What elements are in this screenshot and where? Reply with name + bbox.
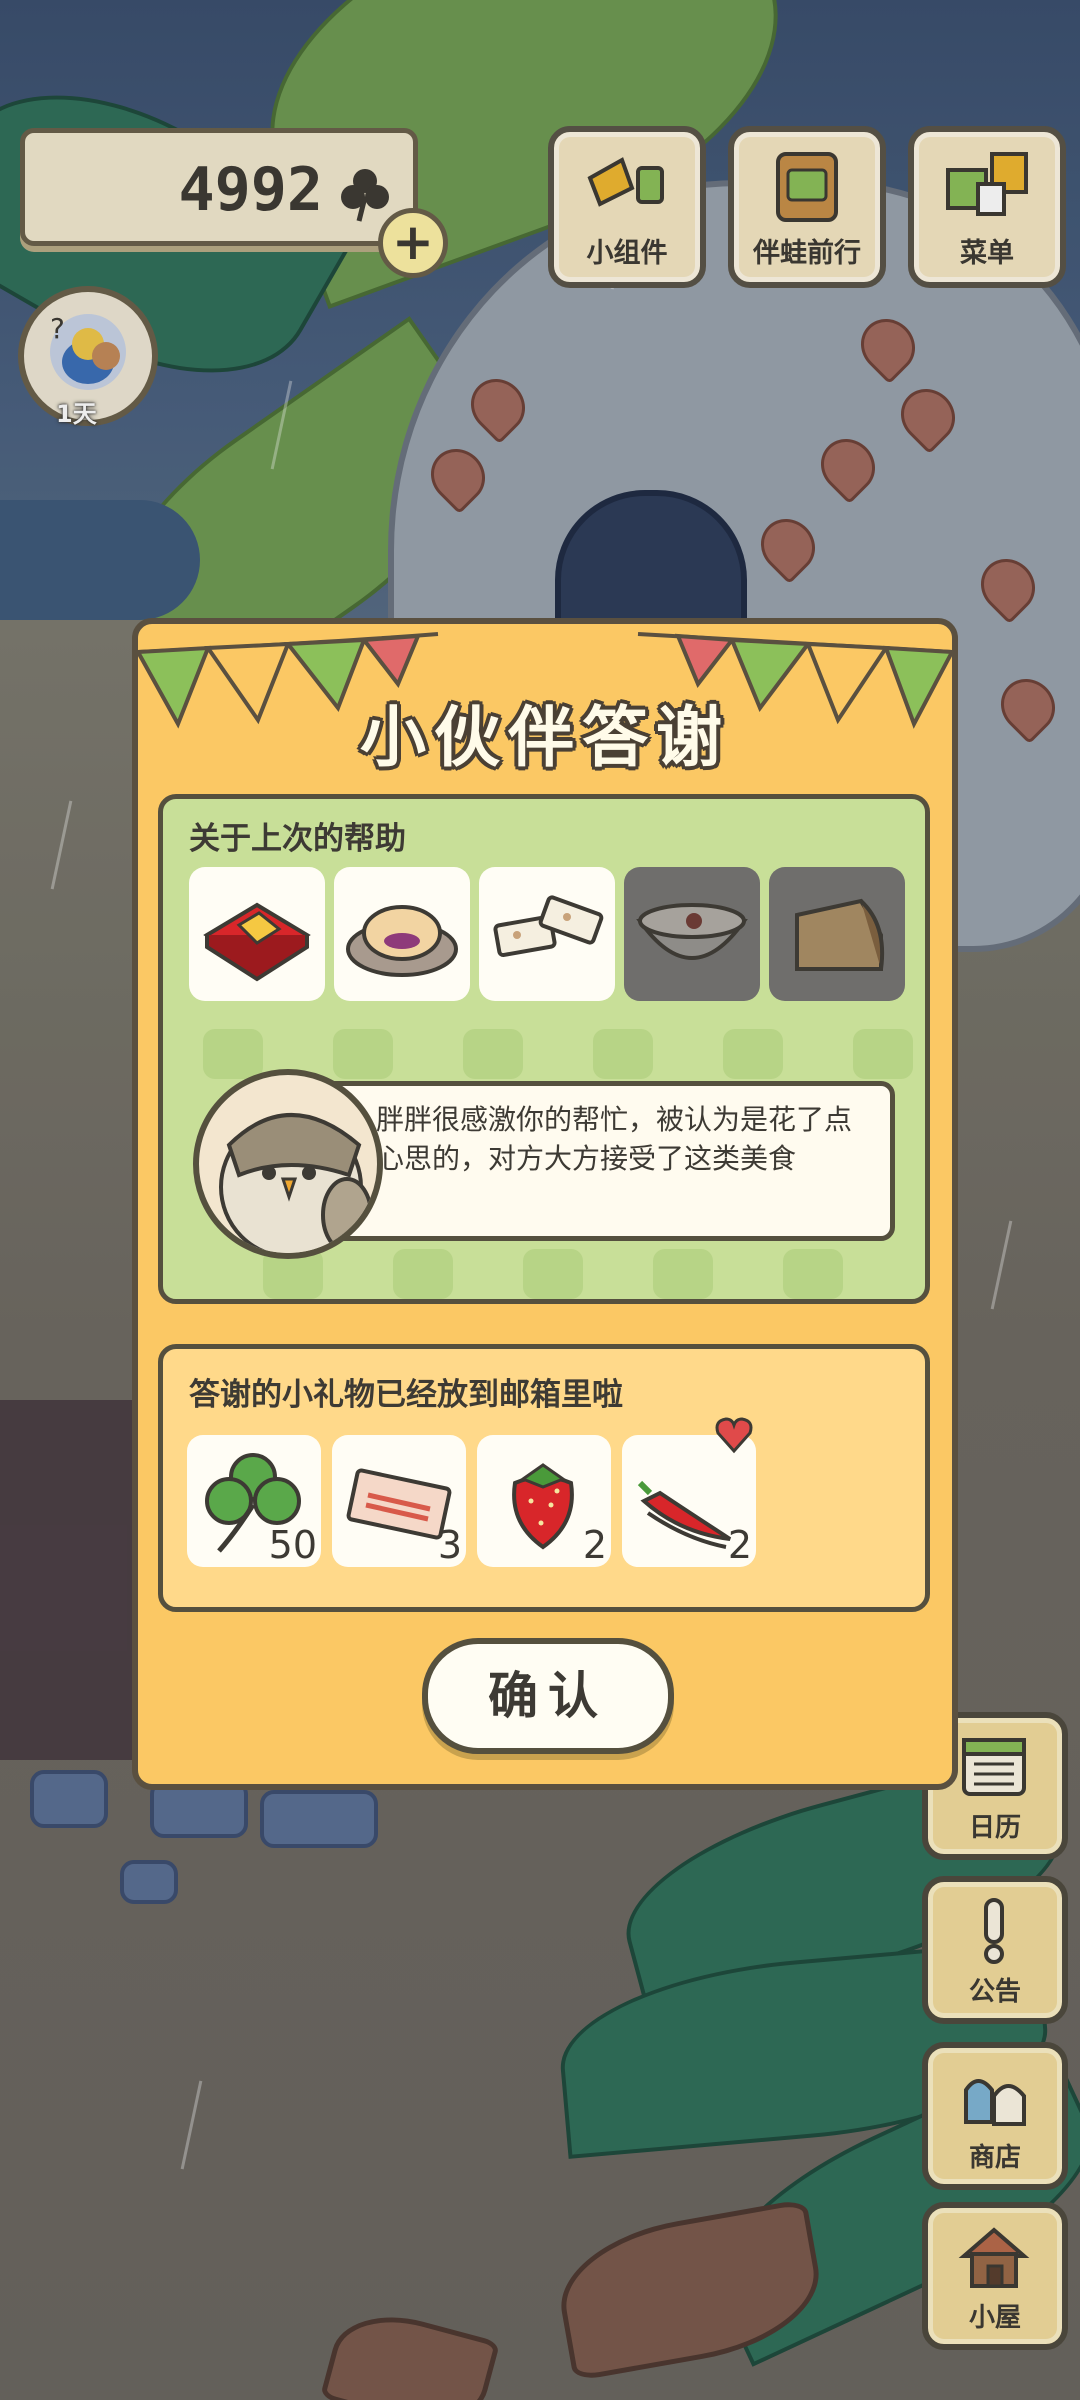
gift-item-slot[interactable]: 2 xyxy=(477,1435,611,1567)
cheese-wedge-icon xyxy=(795,898,885,971)
npc-bird-avatar xyxy=(193,1069,383,1259)
gift-quantity: 50 xyxy=(268,1523,317,1567)
thank-you-dialog: 小伙伴答谢 关于上次的帮助 胖胖很感激你的帮忙，被认为是花了点心思的，对方大方接… xyxy=(132,618,958,1790)
pattern-hex xyxy=(853,1029,913,1079)
food-item-slot[interactable] xyxy=(334,867,470,1001)
help-section-panel: 关于上次的帮助 胖胖很感激你的帮忙，被认为是花了点心思的，对方大方接受了这类美食 xyxy=(158,794,930,1304)
food-item-slot[interactable] xyxy=(624,867,760,1001)
gift-section-title: 答谢的小礼物已经放到邮箱里啦 xyxy=(189,1377,623,1413)
pattern-hex xyxy=(203,1029,263,1079)
food-item-slot[interactable] xyxy=(769,867,905,1001)
confirm-button[interactable]: 确认 xyxy=(422,1638,674,1754)
mooncake-gift-box-icon xyxy=(203,902,311,982)
heart-icon xyxy=(715,1417,753,1454)
gift-item-slot[interactable]: 2 xyxy=(622,1417,756,1567)
gift-item-slot[interactable]: 50 xyxy=(187,1435,321,1567)
pattern-hex xyxy=(783,1249,843,1299)
pattern-hex xyxy=(393,1249,453,1299)
bird-icon xyxy=(219,1113,373,1253)
npc-message-text: 胖胖很感激你的帮忙，被认为是花了点心思的，对方大方接受了这类美食 xyxy=(376,1103,853,1175)
purple-cake-plate-icon xyxy=(346,905,458,977)
porridge-bowl-icon xyxy=(636,903,748,960)
pattern-hex xyxy=(593,1029,653,1079)
pattern-hex xyxy=(333,1029,393,1079)
gift-section-panel: 答谢的小礼物已经放到邮箱里啦 50 3 2 2 xyxy=(158,1344,930,1612)
gift-quantity: 3 xyxy=(437,1523,462,1567)
pattern-hex xyxy=(723,1029,783,1079)
dialog-title: 小伙伴答谢 xyxy=(360,699,730,776)
pattern-hex xyxy=(463,1029,523,1079)
gift-quantity: 2 xyxy=(727,1523,752,1567)
food-item-slot[interactable] xyxy=(189,867,325,1001)
food-item-slot[interactable] xyxy=(479,867,615,1001)
gift-item-slot[interactable]: 3 xyxy=(332,1435,466,1567)
npc-message-bubble: 胖胖很感激你的帮忙，被认为是花了点心思的，对方大方接受了这类美食 xyxy=(313,1081,895,1241)
pattern-hex xyxy=(523,1249,583,1299)
gift-quantity: 2 xyxy=(582,1523,607,1567)
help-section-title: 关于上次的帮助 xyxy=(189,821,406,857)
nougat-candy-icon xyxy=(493,895,604,958)
pattern-hex xyxy=(653,1249,713,1299)
